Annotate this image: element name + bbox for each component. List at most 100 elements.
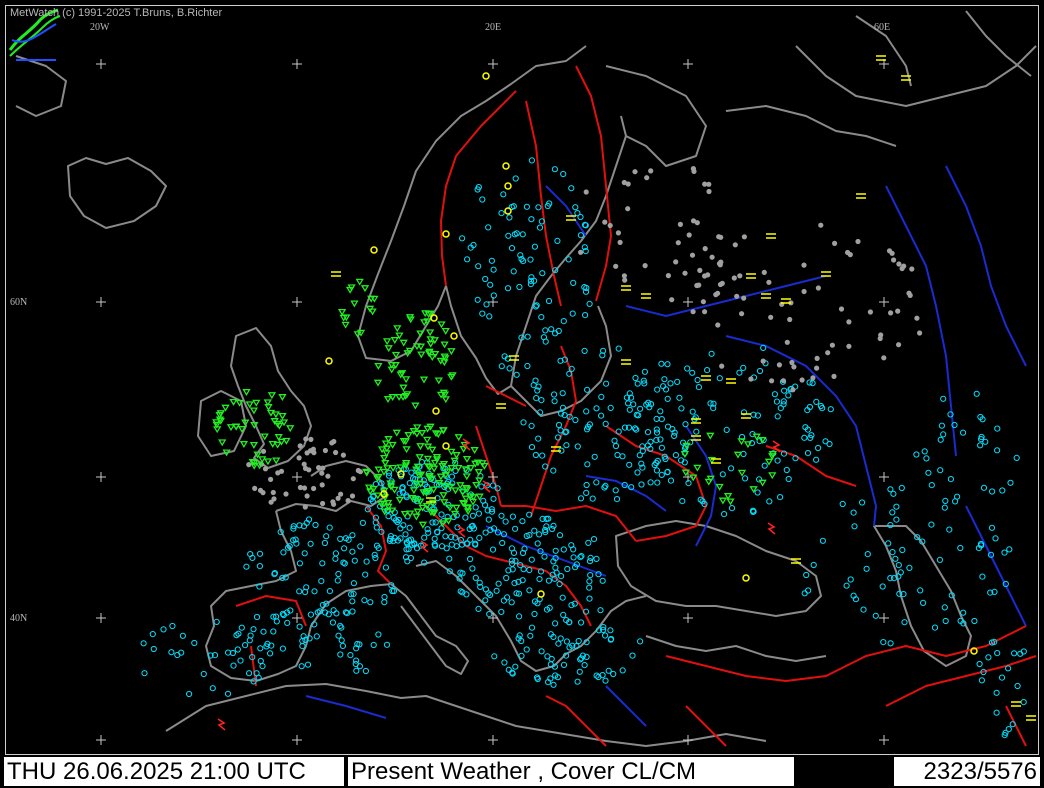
station-marker (723, 426, 730, 433)
lat-label-60n: 60N (10, 297, 28, 308)
fog-symbol (766, 233, 776, 239)
rain-symbol (341, 321, 350, 329)
station-marker (442, 533, 449, 540)
station-marker (554, 237, 561, 244)
station-marker (560, 318, 567, 325)
rain-symbol (400, 510, 410, 518)
station-marker (602, 420, 609, 427)
weather-map[interactable]: MetWatch (c) 1991-2025 T.Bruns, B.Richte… (5, 5, 1039, 755)
station-marker (586, 584, 593, 591)
status-layers[interactable]: Present Weather , Cover CL/CM (348, 757, 794, 786)
station-marker (570, 279, 577, 286)
station-marker (672, 452, 680, 459)
station-marker (999, 487, 1006, 494)
station-marker (648, 168, 654, 174)
station-marker (353, 667, 360, 674)
station-marker (957, 544, 964, 552)
station-marker (658, 360, 665, 367)
station-marker (578, 619, 585, 626)
station-marker (338, 637, 345, 644)
rain-symbol (439, 492, 448, 500)
station-marker (740, 364, 747, 371)
station-marker (550, 681, 557, 688)
station-marker (799, 377, 805, 383)
station-marker (931, 624, 939, 631)
station-marker (490, 266, 497, 273)
station-marker (617, 239, 623, 245)
graticule-cross (96, 613, 106, 623)
station-marker (899, 265, 905, 272)
station-marker (550, 522, 557, 529)
station-marker (1013, 454, 1020, 461)
station-marker (921, 448, 928, 455)
rain-symbol (390, 337, 399, 344)
station-marker (489, 546, 497, 553)
station-marker (260, 490, 266, 496)
rain-symbol (396, 464, 405, 472)
station-marker (237, 657, 244, 664)
station-marker (307, 611, 314, 618)
station-marker (917, 330, 923, 336)
station-marker (550, 467, 557, 474)
lon-label-60e: 60E (874, 22, 891, 33)
station-marker (230, 662, 237, 669)
station-marker (563, 442, 570, 449)
station-marker (695, 384, 703, 391)
fog-symbol (876, 55, 886, 61)
station-marker (784, 339, 790, 345)
station-marker (141, 670, 148, 677)
rain-symbol (462, 473, 471, 481)
rain-symbol (384, 345, 393, 353)
station-marker (889, 509, 896, 516)
station-marker (667, 380, 674, 387)
station-marker (863, 565, 870, 572)
station-marker (847, 576, 854, 583)
station-marker (607, 222, 613, 229)
map-canvas[interactable] (6, 6, 1038, 754)
station-marker (510, 268, 517, 275)
station-marker (396, 490, 403, 497)
rain-symbol (260, 433, 269, 441)
station-marker (565, 256, 572, 263)
station-marker (513, 371, 520, 378)
station-marker (810, 561, 817, 569)
station-marker (560, 661, 568, 669)
rain-symbol (360, 285, 370, 293)
rain-symbol (429, 465, 439, 473)
station-marker (887, 486, 894, 493)
station-marker (899, 546, 906, 554)
station-marker (268, 476, 274, 482)
rain-symbol (249, 441, 259, 449)
station-marker (545, 297, 553, 305)
station-marker (677, 221, 684, 227)
station-marker (632, 169, 638, 175)
drizzle-symbol (504, 182, 512, 190)
station-marker (667, 477, 675, 484)
station-marker (754, 489, 761, 496)
station-marker (756, 476, 763, 483)
station-marker (801, 434, 808, 441)
station-marker (732, 242, 738, 248)
weather-stations[interactable] (140, 55, 1036, 739)
station-marker (495, 580, 502, 587)
station-marker (603, 380, 610, 387)
station-marker (940, 395, 947, 402)
station-marker (702, 246, 708, 252)
station-marker (527, 632, 534, 639)
station-marker (498, 512, 505, 519)
rain-symbol (355, 278, 364, 286)
station-marker (860, 606, 867, 613)
station-marker (813, 398, 820, 405)
station-marker (318, 578, 325, 585)
station-marker (832, 240, 838, 246)
station-marker (528, 216, 535, 223)
station-marker (350, 476, 356, 482)
station-marker (892, 555, 899, 562)
station-marker (482, 597, 489, 604)
station-marker (531, 610, 538, 618)
fog-symbol (761, 293, 771, 299)
graticule-cross (683, 735, 693, 745)
fog-symbol (1011, 701, 1021, 707)
station-marker (602, 632, 609, 639)
station-marker (654, 479, 661, 486)
